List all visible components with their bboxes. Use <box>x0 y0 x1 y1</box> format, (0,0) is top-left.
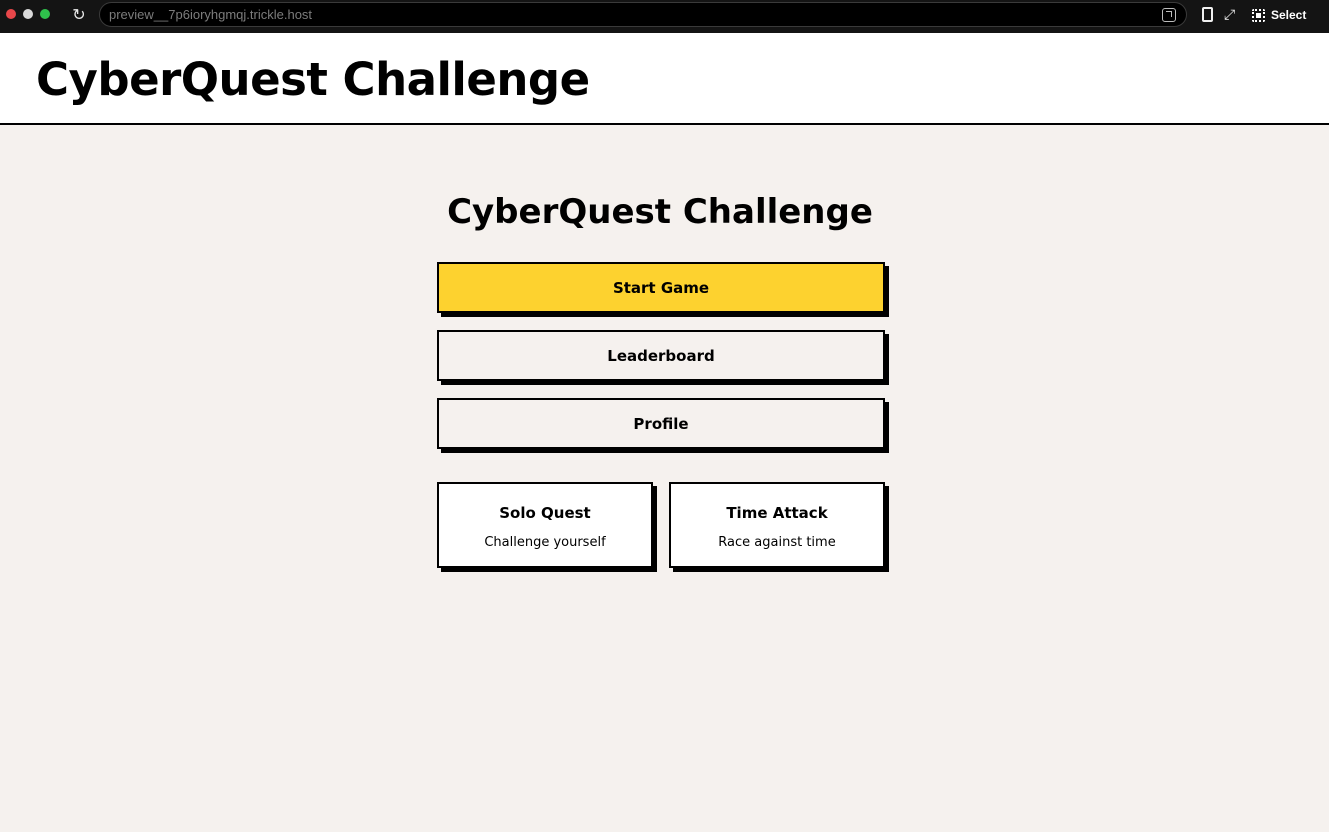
leaderboard-button[interactable]: Leaderboard <box>437 330 885 381</box>
mobile-view-icon[interactable] <box>1202 7 1213 22</box>
select-icon <box>1252 8 1265 22</box>
open-external-icon[interactable] <box>1162 8 1176 22</box>
url-bar[interactable]: preview__7p6ioryhgmqj.trickle.host <box>99 2 1187 27</box>
select-label: Select <box>1271 8 1307 22</box>
mode-subtitle: Challenge yourself <box>484 535 606 550</box>
profile-button[interactable]: Profile <box>437 398 885 449</box>
url-text: preview__7p6ioryhgmqj.trickle.host <box>109 7 313 22</box>
page-title: CyberQuest Challenge <box>447 192 873 232</box>
mode-title: Time Attack <box>726 504 828 522</box>
reload-icon[interactable]: ↻ <box>70 6 88 24</box>
expand-icon[interactable]: ⤢ <box>1224 6 1235 24</box>
close-window-icon[interactable] <box>6 9 16 19</box>
app-header: CyberQuest Challenge <box>0 33 1329 125</box>
start-game-button[interactable]: Start Game <box>437 262 885 313</box>
mode-subtitle: Race against time <box>718 535 836 550</box>
mode-title: Solo Quest <box>499 504 591 522</box>
minimize-window-icon[interactable] <box>23 9 33 19</box>
solo-quest-card[interactable]: Solo Quest Challenge yourself <box>437 482 653 568</box>
maximize-window-icon[interactable] <box>40 9 50 19</box>
browser-toolbar: ↻ preview__7p6ioryhgmqj.trickle.host ⤢ S… <box>0 0 1329 33</box>
app-title: CyberQuest Challenge <box>36 53 590 106</box>
time-attack-card[interactable]: Time Attack Race against time <box>669 482 885 568</box>
select-button[interactable]: Select <box>1252 6 1306 24</box>
